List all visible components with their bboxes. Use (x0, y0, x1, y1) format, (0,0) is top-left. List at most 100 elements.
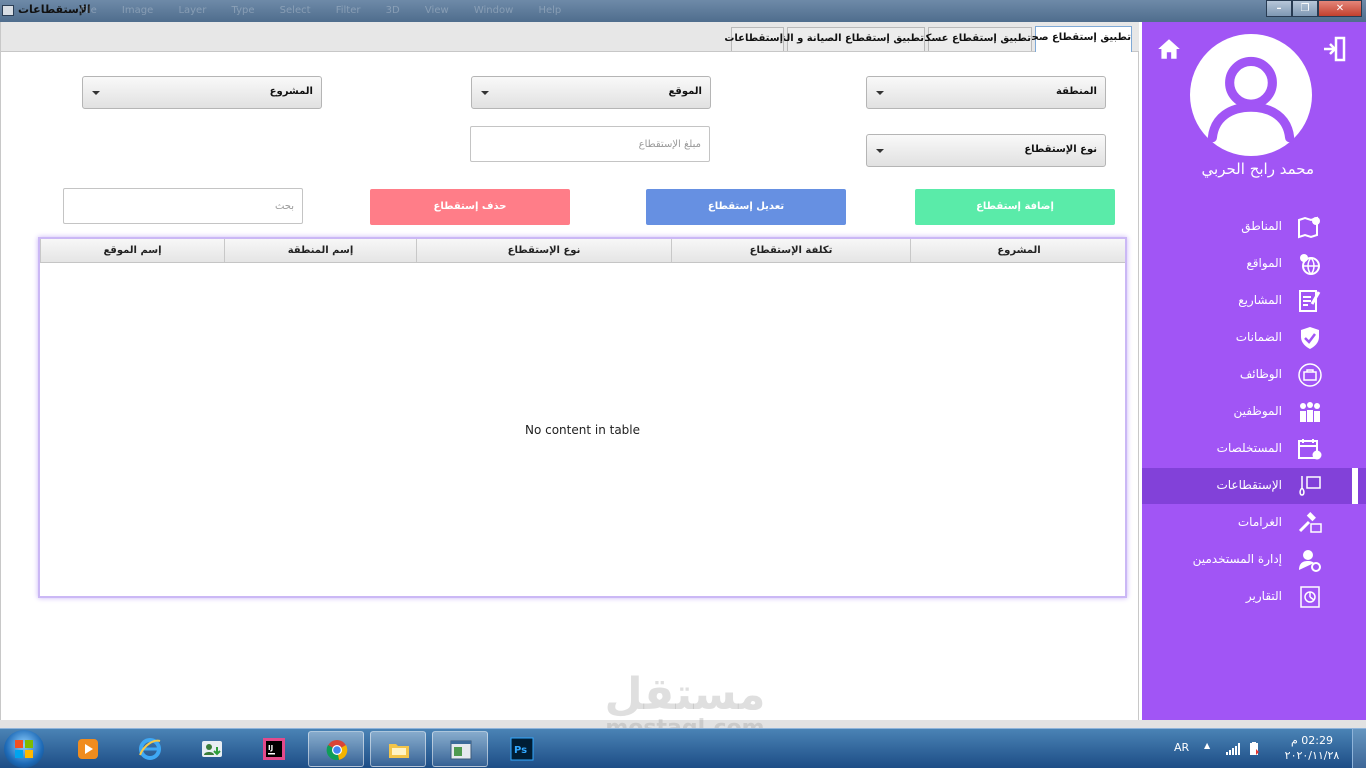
contacts-icon (202, 741, 222, 757)
search-input[interactable] (64, 189, 302, 223)
home-icon[interactable] (1156, 36, 1182, 62)
show-desktop-button[interactable] (1352, 729, 1366, 768)
table-header: المشروع تكلفة الإستقطاع نوع الإستقطاع إس… (40, 239, 1125, 263)
network-signal-icon[interactable] (1226, 743, 1240, 755)
menu-item: Select (279, 5, 311, 16)
sidebar-item-jobs[interactable]: الوظائف (1142, 357, 1366, 393)
project-combo[interactable]: المشروع (82, 76, 322, 109)
media-player-icon (78, 739, 98, 759)
avatar (1190, 34, 1312, 156)
sidebar: محمد رابح الحربي المناطق المواقع المشاري… (1142, 22, 1366, 720)
clock[interactable]: 02:29 م ٢٠٢٠/١١/٢٨ (1282, 733, 1342, 763)
project-combo-label: المشروع (269, 86, 313, 97)
column-header-type[interactable]: نوع الإستقطاع (416, 239, 671, 262)
column-header-region-name[interactable]: إسم المنطقة (224, 239, 416, 262)
tab-military-deduction[interactable]: تطبيق إستقطاع عسكري (910, 27, 1032, 51)
menu-item: Image (121, 5, 154, 16)
taskbar-chrome[interactable] (308, 731, 364, 767)
sidebar-item-user-management[interactable]: إدارة المستخدمين (1142, 542, 1366, 578)
sidebar-item-fines[interactable]: الغرامات (1142, 505, 1366, 541)
reports-icon (1300, 586, 1320, 608)
taskbar-contacts[interactable] (184, 731, 240, 767)
main-content: تطبيق إستقطاع صحي تطبيق إستقطاع عسكري تط… (0, 22, 1139, 720)
deductions-icon (1299, 476, 1321, 496)
tab-health-deduction[interactable]: تطبيق إستقطاع صحي (1022, 26, 1132, 52)
sidebar-item-label: الإستقطاعات (1216, 478, 1282, 492)
deductions-table[interactable]: المشروع تكلفة الإستقطاع نوع الإستقطاع إس… (38, 237, 1127, 598)
window-title-bar: الإستقطاعات File Image Layer Type Select… (0, 0, 1366, 22)
taskbar-intellij[interactable]: IJ (246, 731, 302, 767)
add-deduction-button[interactable]: إضافة إستقطاع (915, 189, 1115, 225)
region-combo[interactable]: المنطقة (866, 76, 1106, 109)
tab-maintenance-deduction[interactable]: تطبيق إستقطاع الصيانة و النظافة (756, 27, 925, 51)
sidebar-item-label: التقارير (1245, 589, 1282, 603)
search-field-wrapper (63, 188, 303, 224)
tray-expand-icon[interactable]: ▲ (1204, 741, 1210, 750)
sidebar-item-locations[interactable]: المواقع (1142, 246, 1366, 282)
sidebar-item-label: الغرامات (1237, 515, 1282, 529)
taskbar-internet-explorer[interactable] (122, 731, 178, 767)
battery-flag-icon[interactable] (1248, 742, 1260, 756)
chevron-down-icon (92, 91, 100, 95)
project-document-icon (1299, 290, 1321, 312)
location-combo[interactable]: الموقع (471, 76, 711, 109)
menu-item: 3D (385, 5, 400, 16)
column-header-location-name[interactable]: إسم الموقع (40, 239, 224, 262)
taskbar-app-window[interactable] (432, 731, 488, 767)
calendar-icon (1298, 439, 1322, 460)
app-window-icon (2, 5, 14, 16)
user-icon (1207, 56, 1295, 143)
empty-table-message: No content in table (524, 423, 641, 437)
taskbar-media-player[interactable] (60, 731, 116, 767)
file-explorer-icon (389, 744, 409, 758)
tab-bar: تطبيق إستقطاع صحي تطبيق إستقطاع عسكري تط… (1, 22, 1139, 52)
sidebar-item-reports[interactable]: التقارير (1142, 579, 1366, 615)
sidebar-item-extracts[interactable]: المستخلصات (1142, 431, 1366, 467)
sidebar-item-regions[interactable]: المناطق (1142, 209, 1366, 245)
edit-deduction-button[interactable]: تعديل إستقطاع (646, 189, 846, 225)
gavel-icon (1298, 512, 1322, 533)
sidebar-item-projects[interactable]: المشاريع (1142, 283, 1366, 319)
menu-item: Type (231, 5, 255, 16)
sidebar-item-guarantees[interactable]: الضمانات (1142, 320, 1366, 356)
column-header-cost[interactable]: تكلفة الإستقطاع (671, 239, 910, 262)
window-bottom-edge (0, 720, 1366, 728)
clock-date: ٢٠٢٠/١١/٢٨ (1284, 749, 1340, 762)
region-combo-label: المنطقة (1056, 86, 1097, 97)
tab-deductions[interactable]: إستقطاعات (724, 27, 784, 51)
internet-explorer-icon (139, 738, 161, 760)
close-button[interactable]: ✕ (1318, 0, 1362, 17)
taskbar-file-explorer[interactable] (370, 731, 426, 767)
chevron-down-icon (876, 91, 884, 95)
column-header-project[interactable]: المشروع (910, 239, 1127, 262)
deduction-type-combo-label: نوع الإستقطاع (1024, 144, 1097, 155)
sidebar-item-label: المناطق (1241, 219, 1282, 233)
svg-text:IJ: IJ (268, 744, 273, 752)
delete-deduction-button[interactable]: حذف إستقطاع (370, 189, 570, 225)
map-icon (1298, 216, 1320, 239)
menu-item: Help (538, 5, 562, 16)
menu-item: Layer (178, 5, 207, 16)
globe-location-icon (1300, 254, 1320, 276)
menu-item: Window (473, 5, 514, 16)
chrome-icon (326, 740, 348, 761)
svg-text:Ps: Ps (514, 745, 527, 756)
briefcase-icon (1298, 363, 1322, 387)
app-window-icon (450, 740, 472, 760)
taskbar: IJ Ps AR ▲ 02:29 م ٢٠٢٠/١١/٢٨ (0, 728, 1366, 768)
language-indicator[interactable]: AR (1174, 741, 1189, 754)
deduction-type-combo[interactable]: نوع الإستقطاع (866, 134, 1106, 167)
sidebar-item-employees[interactable]: الموظفين (1142, 394, 1366, 430)
windows-logo-icon (15, 740, 33, 758)
maximize-button[interactable]: ❐ (1292, 0, 1318, 17)
employees-icon (1300, 402, 1320, 422)
amount-field[interactable] (471, 127, 709, 161)
shield-check-icon (1301, 327, 1319, 349)
user-settings-icon (1299, 550, 1321, 572)
sidebar-item-label: الوظائف (1239, 367, 1282, 381)
start-button[interactable] (4, 730, 44, 768)
minimize-button[interactable]: – (1266, 0, 1292, 17)
sidebar-item-deductions[interactable]: الإستقطاعات (1142, 468, 1366, 504)
logout-icon[interactable] (1322, 36, 1346, 62)
taskbar-photoshop[interactable]: Ps (494, 731, 550, 767)
